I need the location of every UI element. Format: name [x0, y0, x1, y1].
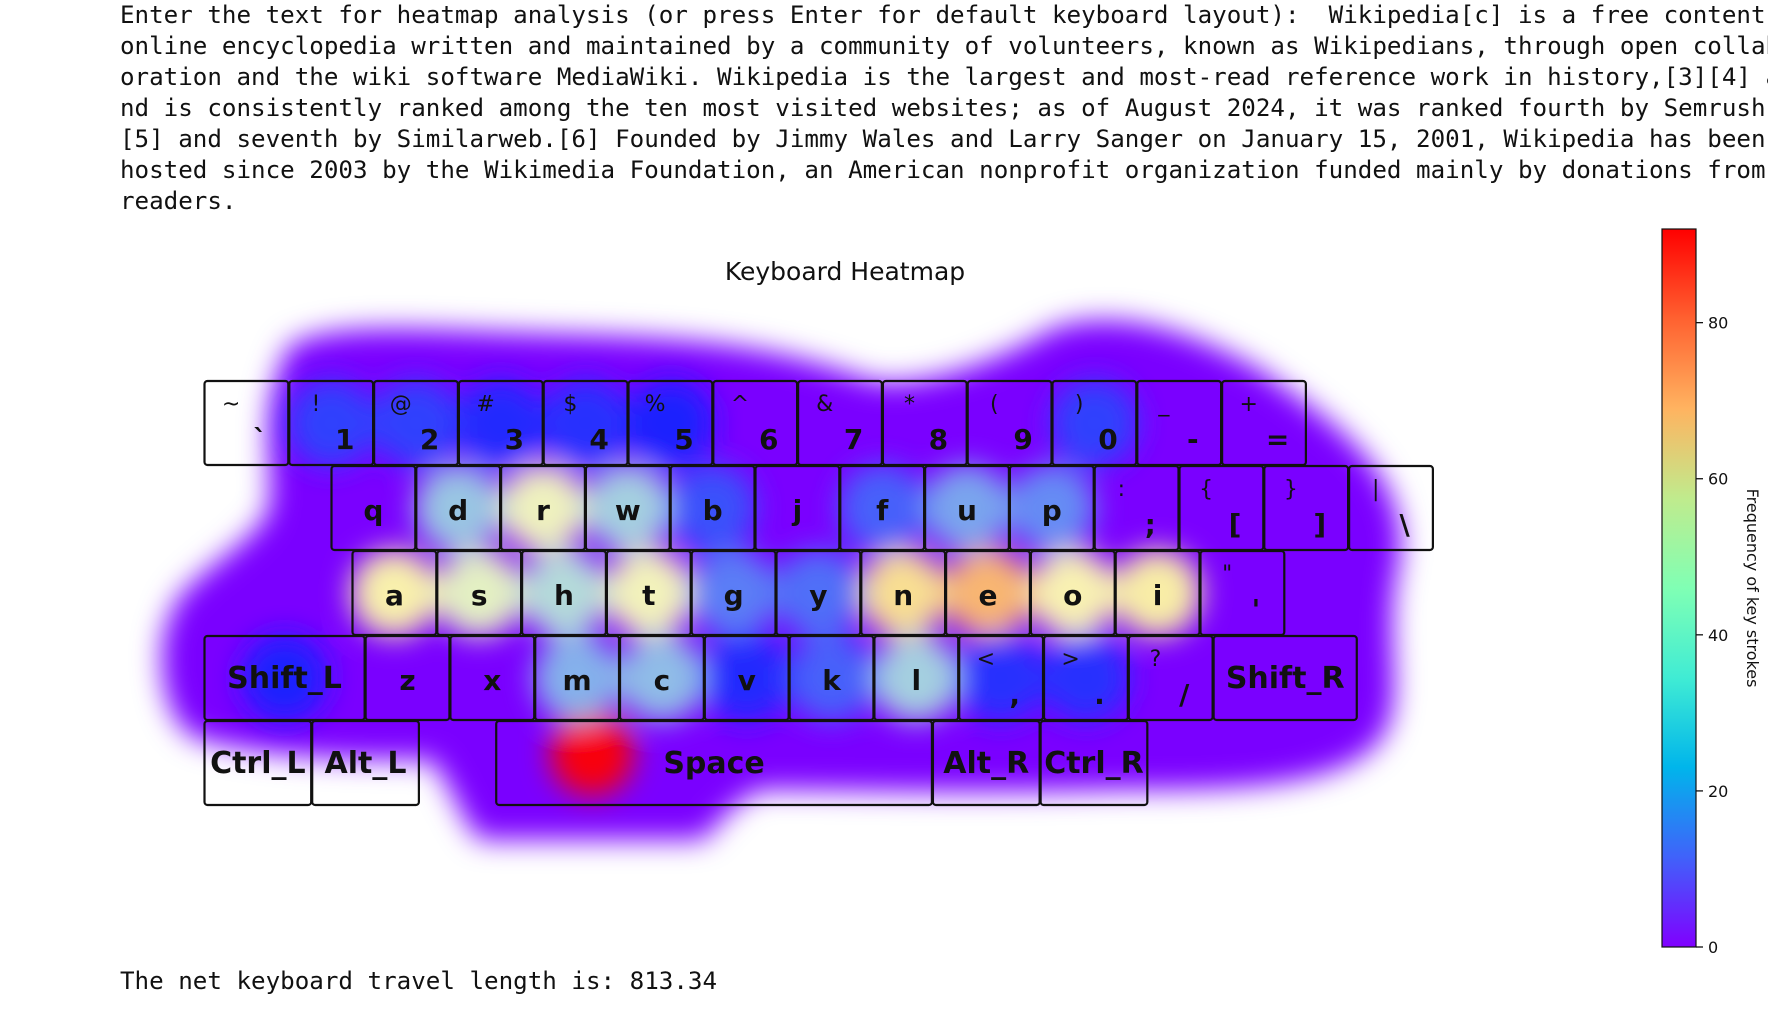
heat-blob: [626, 379, 715, 467]
key-label: p: [1042, 494, 1062, 527]
key-shift-label: $: [563, 392, 577, 417]
chart-title: Keyboard Heatmap: [725, 257, 965, 286]
key-shift-label: _: [1157, 392, 1170, 417]
key-label: `: [253, 423, 267, 456]
key-label: ;: [1145, 508, 1156, 541]
key-label: v: [738, 664, 756, 697]
key-label: f: [876, 494, 889, 527]
colorbar-tick-label: 40: [1708, 626, 1728, 645]
key-shift-label: &: [816, 392, 833, 417]
key-shift-label: @: [390, 392, 412, 417]
key-shift-label: *: [904, 392, 915, 417]
key-label: Alt_R: [943, 746, 1029, 781]
key-shift-label: ): [1075, 392, 1084, 417]
colorbar-tick-label: 0: [1708, 938, 1718, 957]
key-shift-label: +: [1240, 392, 1258, 417]
colorbar-ticks: 0 20 40 60 80: [1696, 314, 1728, 957]
key-shift-label: {: [1199, 477, 1213, 502]
heat-blob: [372, 379, 460, 467]
key-label: 9: [1013, 423, 1032, 456]
heat-blob: [1041, 634, 1130, 722]
key-shift-label: <: [977, 647, 995, 672]
heat-blob: [957, 634, 1046, 722]
key-label: .: [1094, 678, 1105, 711]
key-shift-label: :: [1118, 477, 1125, 502]
key-shift-label: ?: [1150, 647, 1162, 672]
key-label: 5: [674, 423, 693, 456]
keyboard-heatmap-figure: Keyboard Heatmap ~ `! 1 @2 #3 $4% 5 ^ 6 &7 * 8 (9) 0 _…: [161, 228, 1762, 957]
key-label: n: [893, 579, 913, 612]
key-label: g: [724, 579, 744, 612]
key-label: 0: [1098, 423, 1117, 456]
key-label: s: [471, 579, 488, 612]
key-label: ]: [1313, 508, 1326, 541]
key-label: ,: [1009, 678, 1020, 711]
key-label: x: [483, 664, 501, 697]
key-label: Shift_R: [1226, 661, 1345, 696]
key-shift-label: #: [476, 392, 494, 417]
key-label: 8: [929, 423, 948, 456]
key-label: i: [1153, 579, 1163, 612]
key-label: /: [1179, 678, 1190, 711]
key-label: ': [1252, 593, 1261, 626]
heat-blob: [541, 379, 630, 467]
key-shift-label: >: [1061, 647, 1079, 672]
key-label: b: [703, 494, 723, 527]
key-shift-label: %: [645, 392, 666, 417]
heat-blob: [1050, 379, 1139, 467]
key-label: c: [654, 664, 671, 697]
key-label: m: [563, 664, 592, 697]
key-label: [: [1229, 508, 1242, 541]
key-label: \: [1399, 508, 1410, 541]
key-label: y: [809, 579, 827, 612]
key-label: q: [363, 494, 383, 527]
colorbar-label: Frequency of key strokes: [1743, 489, 1762, 688]
key-shift-label: |: [1372, 477, 1379, 502]
key-label: o: [1063, 579, 1082, 612]
key-label: 4: [589, 423, 608, 456]
key-label: u: [957, 494, 977, 527]
key-label: 3: [505, 423, 524, 456]
key-label: z: [399, 664, 415, 697]
heat-blob: [550, 712, 634, 796]
heat-blob: [456, 379, 545, 467]
travel-length-result: The net keyboard travel length is: 813.3…: [120, 967, 718, 995]
key-label: Shift_L: [227, 661, 342, 696]
key-label: j: [792, 494, 803, 527]
key-shift-label: }: [1284, 477, 1298, 502]
key-label: 1: [335, 423, 354, 456]
key-shift-label: ": [1222, 562, 1232, 587]
key-label: Ctrl_R: [1044, 746, 1144, 781]
key-label: h: [554, 579, 574, 612]
colorbar-tick-label: 80: [1708, 314, 1728, 333]
key-label: Space: [663, 746, 764, 781]
key-shift-label: ^: [731, 392, 749, 417]
heat-blob: [287, 379, 376, 467]
key-label: a: [385, 579, 404, 612]
colorbar-gradient: [1661, 228, 1697, 948]
key-label: t: [642, 579, 655, 612]
key-label: k: [822, 664, 842, 697]
key-label: w: [615, 494, 641, 527]
key-label: d: [448, 494, 468, 527]
key-label: -: [1187, 423, 1199, 456]
colorbar-tick-label: 60: [1708, 470, 1728, 489]
key-label: e: [979, 579, 998, 612]
key-shift-label: (: [990, 392, 999, 417]
key-label: 2: [420, 423, 439, 456]
colorbar: 0 20 40 60 80 Frequency of key strokes: [1661, 228, 1762, 957]
key-label: r: [536, 494, 550, 527]
colorbar-tick-label: 20: [1708, 782, 1728, 801]
key-label: Ctrl_L: [210, 746, 306, 781]
key-shift-label: ~: [222, 392, 240, 417]
key-label: 6: [759, 423, 778, 456]
key-shift-label: !: [312, 392, 321, 417]
key-label: 7: [844, 423, 863, 456]
key-label: =: [1266, 423, 1289, 456]
key-label: Alt_L: [325, 746, 407, 781]
key-label: l: [912, 664, 922, 697]
